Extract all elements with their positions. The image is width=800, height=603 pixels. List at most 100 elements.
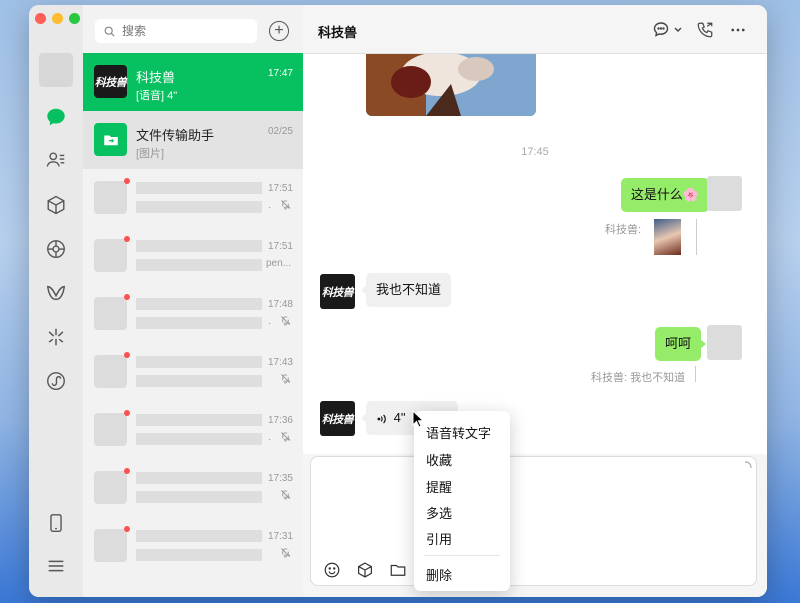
conversation-name: 文件传输助手: [136, 128, 215, 143]
nav-rail: [29, 5, 83, 597]
minimize-window-button[interactable]: [52, 13, 63, 24]
conversation-item-redacted[interactable]: 17:51 pen...: [83, 227, 303, 285]
add-button[interactable]: +: [269, 21, 289, 41]
user-avatar[interactable]: [39, 53, 73, 87]
mute-icon: [281, 548, 291, 558]
redacted-preview: [136, 259, 262, 271]
conversation-time: 17:51: [267, 241, 293, 252]
avatar: [94, 181, 127, 214]
redacted-name: [136, 530, 262, 542]
conversation-time: 17:35: [267, 473, 293, 484]
emoji-icon[interactable]: [323, 561, 341, 579]
unread-dot: [124, 294, 130, 300]
flower-photo: [366, 54, 536, 116]
conversation-item[interactable]: 文件传输助手 [图片] 02/25: [83, 111, 303, 169]
folder-icon: [103, 135, 118, 145]
conversation-item-redacted[interactable]: 17:51 .: [83, 169, 303, 227]
context-menu: 语音转文字 收藏 提醒 多选 引用 删除: [414, 411, 510, 591]
search-box[interactable]: [95, 19, 257, 43]
unread-dot: [124, 178, 130, 184]
contact-avatar[interactable]: 科技兽: [320, 401, 355, 436]
quoted-image-thumbnail[interactable]: [654, 219, 681, 255]
conversation-item-redacted[interactable]: 17:48 .: [83, 285, 303, 343]
quoted-message: 科技兽: 我也不知道: [591, 372, 686, 384]
conversation-item-active[interactable]: 科技兽 科技兽 [语音] 4" 17:47: [83, 53, 303, 111]
moments-icon[interactable]: [44, 237, 68, 261]
contacts-icon[interactable]: [44, 148, 68, 172]
conversation-name: 科技兽: [136, 70, 176, 85]
preview-tail: pen...: [265, 258, 291, 269]
more-icon[interactable]: [729, 21, 747, 39]
conversation-item-redacted[interactable]: 17:36 .: [83, 401, 303, 459]
search-icon: [104, 26, 115, 37]
conversation-item-redacted[interactable]: 17:31: [83, 517, 303, 575]
message-input-area[interactable]: [310, 456, 757, 586]
conversation-preview: [图片]: [136, 148, 165, 160]
quote-divider: [696, 219, 697, 255]
window-controls: [35, 13, 80, 24]
chat-panel: 科技兽 17:45 这是什么🌸 科技兽: 科技兽 我也不知道 呵呵 科技兽: 我…: [303, 5, 767, 597]
quote-label: 科技兽:: [605, 224, 642, 236]
call-icon[interactable]: [696, 21, 714, 39]
message-bubble-mine[interactable]: 这是什么🌸: [620, 178, 715, 212]
favorites-box-icon[interactable]: [356, 561, 374, 579]
menu-item-favorite[interactable]: 收藏: [426, 450, 452, 469]
chats-icon[interactable]: [44, 105, 68, 129]
preview-tail: .: [268, 316, 271, 327]
chat-bubble-dropdown-icon[interactable]: [653, 21, 685, 39]
my-avatar[interactable]: [707, 176, 742, 211]
redacted-name: [136, 472, 262, 484]
avatar: [94, 239, 127, 272]
redacted-preview: [136, 433, 262, 445]
mute-icon: [281, 374, 291, 384]
redacted-name: [136, 240, 262, 252]
conversation-time: 17:47: [267, 68, 293, 79]
conversation-item-redacted[interactable]: 17:43: [83, 343, 303, 401]
unread-dot: [124, 352, 130, 358]
menu-item-delete[interactable]: 删除: [426, 565, 452, 584]
menu-icon[interactable]: [44, 554, 68, 578]
image-message[interactable]: [366, 54, 536, 116]
conversation-list: + 科技兽 科技兽 [语音] 4" 17:47 文件传输助手 [图片] 02/2…: [83, 5, 303, 597]
conversation-time: 17:43: [267, 357, 293, 368]
redacted-preview: [136, 375, 262, 387]
message-bubble-theirs[interactable]: 我也不知道: [360, 273, 452, 307]
redacted-name: [136, 356, 262, 368]
avatar: [94, 471, 127, 504]
resize-handle-icon[interactable]: [744, 461, 752, 469]
menu-item-multiselect[interactable]: 多选: [426, 503, 452, 522]
avatar: [94, 355, 127, 388]
conversation-item-redacted[interactable]: 17:35: [83, 459, 303, 517]
maximize-window-button[interactable]: [69, 13, 80, 24]
avatar: [94, 529, 127, 562]
redacted-preview: [136, 317, 262, 329]
mouse-cursor-icon: [412, 410, 424, 428]
menu-item-quote[interactable]: 引用: [426, 529, 452, 548]
menu-item-remind[interactable]: 提醒: [426, 477, 452, 496]
favorites-icon[interactable]: [44, 193, 68, 217]
phone-icon[interactable]: [44, 511, 68, 535]
unread-dot: [124, 468, 130, 474]
folder-icon[interactable]: [389, 561, 407, 579]
mini-programs-icon[interactable]: [44, 369, 68, 393]
search-discovery-icon[interactable]: [44, 325, 68, 349]
my-avatar[interactable]: [707, 325, 742, 360]
redacted-preview: [136, 491, 262, 503]
search-input[interactable]: [120, 23, 254, 39]
redacted-preview: [136, 549, 262, 561]
chat-header: 科技兽: [303, 5, 767, 54]
redacted-name: [136, 298, 262, 310]
channels-icon[interactable]: [44, 281, 68, 305]
message-input[interactable]: [319, 463, 743, 547]
close-window-button[interactable]: [35, 13, 46, 24]
menu-item-voice-to-text[interactable]: 语音转文字: [426, 423, 491, 442]
mute-icon: [281, 200, 291, 210]
preview-tail: .: [268, 432, 271, 443]
conversation-time: 17:36: [267, 415, 293, 426]
redacted-name: [136, 414, 262, 426]
mute-icon: [281, 432, 291, 442]
contact-avatar[interactable]: 科技兽: [320, 274, 355, 309]
redacted-preview: [136, 201, 262, 213]
message-bubble-mine[interactable]: 呵呵: [654, 327, 707, 361]
unread-dot: [124, 526, 130, 532]
